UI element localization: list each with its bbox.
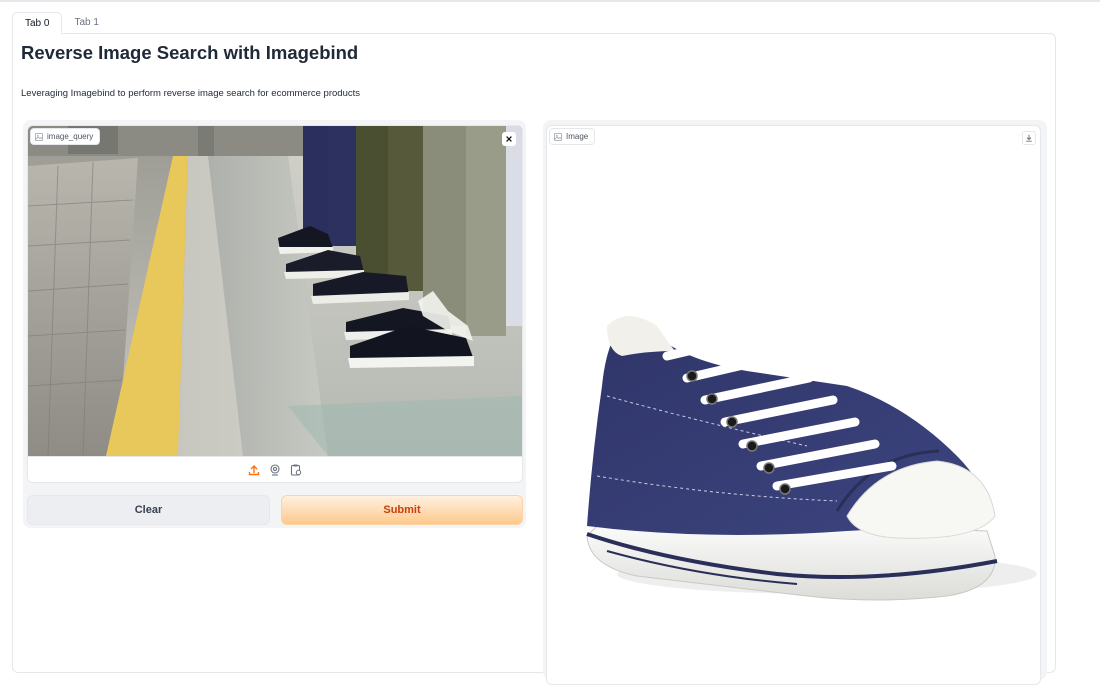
tab-panel: Reverse Image Search with Imagebind Leve… bbox=[12, 33, 1056, 685]
clipboard-icon[interactable] bbox=[290, 464, 303, 477]
source-selector bbox=[28, 456, 522, 482]
close-icon[interactable] bbox=[502, 132, 516, 146]
image-query-label-text: image_query bbox=[47, 132, 94, 141]
clear-button[interactable]: Clear bbox=[27, 495, 270, 525]
tab-bar: Tab 0 Tab 1 bbox=[12, 12, 111, 34]
image-query-label: image_query bbox=[30, 128, 101, 145]
tab-0[interactable]: Tab 0 bbox=[12, 12, 63, 34]
image-output-label: Image bbox=[549, 128, 596, 145]
output-column: Image bbox=[543, 120, 1047, 685]
result-shoe-photo bbox=[586, 316, 1037, 601]
image-output: Image bbox=[546, 125, 1041, 685]
image-icon bbox=[554, 132, 562, 141]
image-output-label-text: Image bbox=[566, 132, 589, 141]
download-icon[interactable] bbox=[1022, 131, 1036, 145]
query-photo bbox=[28, 126, 522, 456]
upload-icon[interactable] bbox=[248, 464, 261, 477]
top-divider bbox=[0, 0, 1100, 2]
submit-button[interactable]: Submit bbox=[281, 495, 523, 525]
image-icon bbox=[35, 132, 43, 141]
page-description: Leveraging Imagebind to perform reverse … bbox=[21, 88, 360, 99]
webcam-icon[interactable] bbox=[269, 464, 282, 477]
page-title: Reverse Image Search with Imagebind bbox=[21, 42, 359, 63]
tab-1[interactable]: Tab 1 bbox=[62, 12, 110, 34]
image-query-input[interactable]: image_query bbox=[27, 125, 523, 483]
input-column: image_query Clear Submit bbox=[23, 120, 526, 528]
